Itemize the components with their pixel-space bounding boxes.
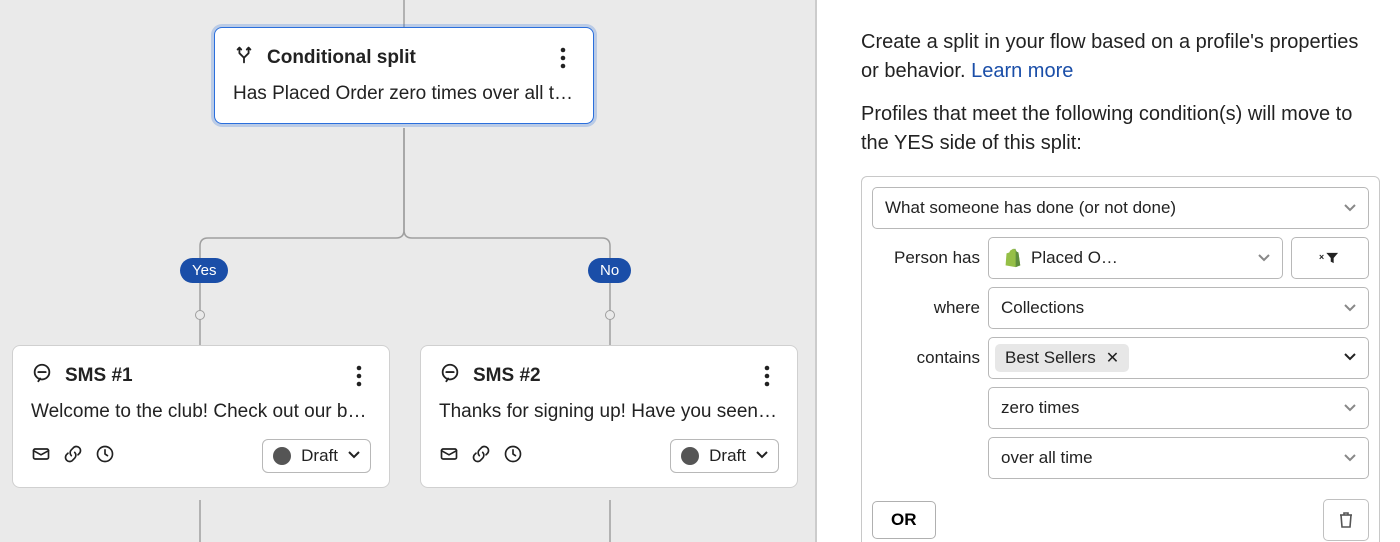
panel-intro: Create a split in your flow based on a p… [861,28,1380,86]
chip-best-sellers: Best Sellers ✕ [995,344,1129,372]
condition-group: What someone has done (or not done) Pers… [861,176,1380,542]
branch-no-pill: No [588,258,631,283]
sms-icon [31,362,53,389]
where-label: where [872,298,980,318]
utm-icon[interactable] [63,444,83,469]
where-select[interactable]: Collections [988,287,1369,329]
quiet-hours-icon[interactable] [95,444,115,469]
select-value: over all time [1001,448,1093,468]
branch-yes-pill: Yes [180,258,228,283]
select-value: Placed O… [1031,248,1258,268]
learn-more-link[interactable]: Learn more [971,60,1073,82]
sms-preview: Thanks for signing up! Have you seen our… [439,401,779,423]
status-label: Draft [709,446,746,466]
connector-joint [605,310,615,320]
definition-type-select[interactable]: What someone has done (or not done) [872,187,1369,229]
sms-node-1[interactable]: SMS #1 Welcome to the club! Check out ou… [12,345,390,488]
chevron-down-icon [1258,248,1270,268]
select-value: zero times [1001,398,1079,418]
flow-canvas[interactable]: Conditional split Has Placed Order zero … [0,0,815,542]
chevron-down-icon [1344,198,1356,218]
node-menu-button[interactable] [551,46,575,70]
chevron-down-icon [756,447,768,465]
contains-label: contains [872,348,980,368]
smart-send-icon[interactable] [439,444,459,469]
chevron-down-icon [1344,448,1356,468]
node-summary: Has Placed Order zero times over all tim… [233,83,575,105]
chevron-down-icon [1344,398,1356,418]
sms-node-2[interactable]: SMS #2 Thanks for signing up! Have you s… [420,345,798,488]
status-dot-icon [681,447,699,465]
chip-remove-button[interactable]: ✕ [1106,348,1119,368]
conditional-split-panel: Create a split in your flow based on a p… [815,0,1400,542]
status-dot-icon [273,447,291,465]
quiet-hours-icon[interactable] [503,444,523,469]
sms-icon [439,362,461,389]
chevron-down-icon [1344,349,1356,367]
conditional-split-node[interactable]: Conditional split Has Placed Order zero … [214,27,594,124]
sms-preview: Welcome to the club! Check out our best … [31,401,371,423]
select-value: Collections [1001,298,1084,318]
chevron-down-icon [348,447,360,465]
contains-multiselect[interactable]: Best Sellers ✕ [988,337,1369,379]
node-title: Conditional split [267,47,416,69]
svg-text:×: × [1319,252,1324,262]
times-select[interactable]: zero times [988,387,1369,429]
status-label: Draft [301,446,338,466]
split-icon [233,44,255,71]
utm-icon[interactable] [471,444,491,469]
node-title: SMS #1 [65,365,133,387]
status-select[interactable]: Draft [262,439,371,473]
person-has-label: Person has [872,248,980,268]
panel-intro-text: Create a split in your flow based on a p… [861,31,1358,82]
chip-label: Best Sellers [1005,348,1096,368]
clear-filter-button[interactable]: × [1291,237,1369,279]
panel-instruction: Profiles that meet the following conditi… [861,100,1380,158]
timeframe-select[interactable]: over all time [988,437,1369,479]
connector-joint [195,310,205,320]
status-select[interactable]: Draft [670,439,779,473]
node-menu-button[interactable] [347,364,371,388]
shopify-icon [1001,247,1023,269]
delete-condition-button[interactable] [1323,499,1369,541]
select-value: What someone has done (or not done) [885,198,1176,218]
event-select[interactable]: Placed O… [988,237,1283,279]
node-menu-button[interactable] [755,364,779,388]
smart-send-icon[interactable] [31,444,51,469]
node-title: SMS #2 [473,365,541,387]
chevron-down-icon [1344,298,1356,318]
add-or-button[interactable]: OR [872,501,936,539]
